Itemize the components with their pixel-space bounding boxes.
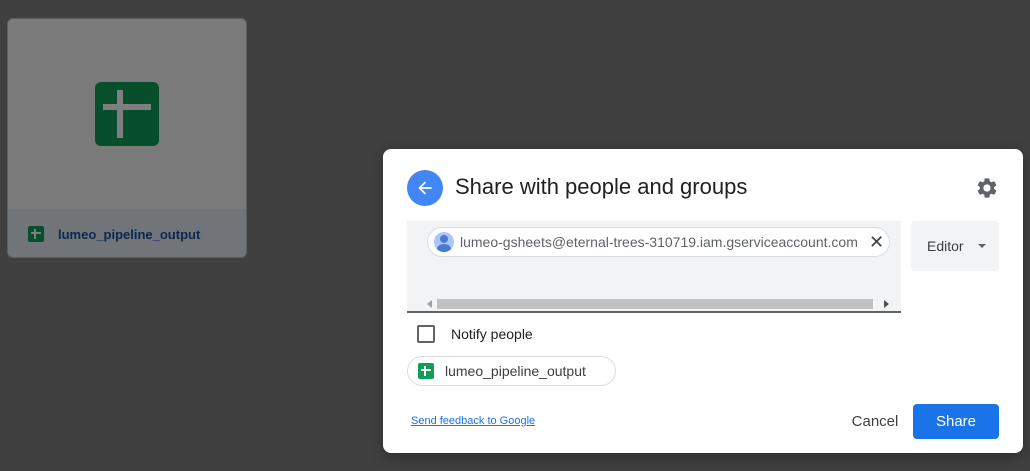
notify-people-label[interactable]: Notify people	[451, 326, 533, 342]
gear-icon	[977, 178, 997, 198]
google-sheets-icon	[418, 363, 434, 379]
scroll-left-icon[interactable]	[427, 300, 432, 308]
recipient-email: lumeo-gsheets@eternal-trees-310719.iam.g…	[460, 234, 858, 250]
notify-people-checkbox[interactable]	[417, 325, 435, 343]
arrow-left-icon	[418, 181, 432, 195]
notify-people-row: Notify people	[417, 325, 533, 343]
recipient-chip[interactable]: lumeo-gsheets@eternal-trees-310719.iam.g…	[427, 227, 890, 257]
shared-file-name: lumeo_pipeline_output	[445, 363, 586, 379]
caret-down-icon	[977, 244, 986, 248]
scroll-right-icon[interactable]	[884, 300, 889, 308]
horizontal-scrollbar[interactable]	[427, 298, 889, 310]
role-selected-value: Editor	[927, 238, 964, 254]
settings-button[interactable]	[975, 176, 999, 200]
share-button[interactable]: Share	[913, 404, 999, 439]
close-icon[interactable]: ✕	[869, 233, 884, 251]
cancel-button[interactable]: Cancel	[835, 404, 915, 439]
person-icon	[434, 232, 454, 252]
shared-file-chip: lumeo_pipeline_output	[407, 356, 616, 386]
dialog-title: Share with people and groups	[455, 174, 748, 199]
back-button[interactable]	[407, 170, 443, 206]
recipient-input-box[interactable]: lumeo-gsheets@eternal-trees-310719.iam.g…	[407, 221, 901, 313]
share-dialog: Share with people and groups lumeo-gshee…	[383, 149, 1023, 453]
scrollbar-thumb[interactable]	[437, 299, 873, 309]
role-dropdown[interactable]: Editor	[911, 221, 999, 271]
send-feedback-link[interactable]: Send feedback to Google	[411, 415, 535, 427]
